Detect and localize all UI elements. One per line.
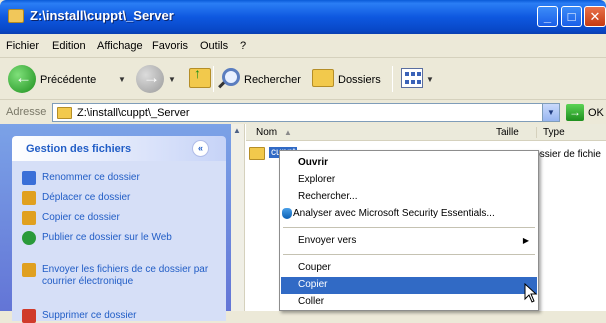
menu-item-label: Analyser avec Microsoft Security Essenti… xyxy=(293,208,495,219)
forward-button[interactable]: → xyxy=(136,65,164,93)
up-arrow-icon: ↑ xyxy=(194,65,201,81)
copy-icon xyxy=(22,211,36,225)
menu-item-open[interactable]: Ouvrir xyxy=(281,155,537,172)
menu-item-scan[interactable]: Analyser avec Microsoft Security Essenti… xyxy=(281,206,537,223)
task-group-header[interactable]: Gestion des fichiers « xyxy=(12,136,226,161)
menu-item-search[interactable]: Rechercher... xyxy=(281,189,537,206)
delete-icon xyxy=(22,309,36,323)
column-type[interactable]: Type xyxy=(536,127,565,138)
column-size[interactable]: Taille xyxy=(496,127,519,138)
forward-dropdown-icon[interactable]: ▼ xyxy=(168,75,176,84)
search-icon[interactable] xyxy=(222,68,240,86)
close-button[interactable]: ✕ xyxy=(584,6,606,27)
task-group-body: Renommer ce dossier Déplacer ce dossier … xyxy=(12,161,226,323)
title-bar[interactable]: Z:\install\cuppt\_Server _ □ ✕ xyxy=(0,0,606,34)
toolbar-separator xyxy=(392,66,393,92)
column-name[interactable]: Nom xyxy=(256,127,277,138)
folders-button[interactable]: Dossiers xyxy=(338,74,381,86)
menu-outils[interactable]: Outils xyxy=(200,40,228,52)
views-icon[interactable] xyxy=(401,68,423,88)
menu-item-cut[interactable]: Couper xyxy=(281,260,537,277)
task-label[interactable]: Renommer ce dossier xyxy=(42,172,217,184)
address-label: Adresse xyxy=(6,106,47,118)
menu-edition[interactable]: Edition xyxy=(52,40,86,52)
task-label[interactable]: Copier ce dossier xyxy=(42,212,217,224)
menu-item-explore[interactable]: Explorer xyxy=(281,172,537,189)
folder-icon xyxy=(57,107,72,119)
menu-item-label: Coller xyxy=(298,296,325,307)
search-button[interactable]: Rechercher xyxy=(244,74,301,86)
menu-separator xyxy=(283,227,535,228)
minimize-button[interactable]: _ xyxy=(537,6,558,27)
menu-item-label: Rechercher... xyxy=(298,191,358,202)
address-value[interactable]: Z:\install\cuppt\_Server xyxy=(77,107,190,119)
menu-separator xyxy=(283,254,535,255)
sort-ascending-icon: ▲ xyxy=(284,128,292,137)
address-field[interactable]: Z:\install\cuppt\_Server ▼ xyxy=(52,103,560,122)
toolbar-separator xyxy=(213,66,214,92)
column-header: Nom ▲ Taille Type xyxy=(246,124,606,141)
menu-item-label: Envoyer vers xyxy=(298,235,357,246)
menu-favoris[interactable]: Favoris xyxy=(152,40,188,52)
folder-icon xyxy=(8,9,24,23)
toolbar: ← Précédente ▼ → ▼ ↑ Rechercher Dossiers… xyxy=(0,58,606,100)
menu-affichage[interactable]: Affichage xyxy=(97,40,143,52)
go-button[interactable]: OK xyxy=(588,107,604,119)
back-label[interactable]: Précédente xyxy=(40,74,96,86)
menu-bar: Fichier Edition Affichage Favoris Outils… xyxy=(0,34,606,90)
task-label[interactable]: Supprimer ce dossier xyxy=(42,310,217,322)
back-arrow-icon: ← xyxy=(15,68,32,87)
menu-item-paste[interactable]: Coller xyxy=(281,294,537,311)
publish-web-icon xyxy=(22,231,36,245)
task-group-title: Gestion des fichiers xyxy=(26,143,132,155)
menu-item-label: Explorer xyxy=(298,174,336,185)
scroll-up-icon[interactable]: ▲ xyxy=(233,126,243,136)
submenu-arrow-icon: ▶ xyxy=(522,236,529,245)
views-dropdown-icon[interactable]: ▼ xyxy=(426,75,434,84)
menu-item-label: Ouvrir xyxy=(298,157,329,168)
move-icon xyxy=(22,191,36,205)
mouse-cursor-icon xyxy=(524,283,538,303)
up-folder-button[interactable]: ↑ xyxy=(189,65,211,88)
task-label[interactable]: Déplacer ce dossier xyxy=(42,192,217,204)
email-icon xyxy=(22,263,36,277)
task-label[interactable]: Publier ce dossier sur le Web xyxy=(42,232,217,244)
folder-icon[interactable] xyxy=(249,147,265,160)
collapse-icon[interactable]: « xyxy=(192,140,209,157)
security-essentials-icon xyxy=(282,208,292,219)
back-dropdown-icon[interactable]: ▼ xyxy=(118,75,126,84)
address-dropdown-icon[interactable]: ▼ xyxy=(542,104,559,121)
go-arrow-icon[interactable]: → xyxy=(566,104,584,121)
forward-arrow-icon: → xyxy=(143,68,160,87)
menu-item-label: Copier xyxy=(298,279,328,290)
menu-item-label: Couper xyxy=(298,262,331,273)
rename-icon xyxy=(22,171,36,185)
folders-icon[interactable] xyxy=(312,69,334,87)
scrollbar[interactable]: ▲ xyxy=(231,124,245,311)
address-bar: Adresse Z:\install\cuppt\_Server ▼ → OK xyxy=(0,100,606,124)
menu-item-send-to[interactable]: Envoyer vers ▶ xyxy=(281,233,537,250)
task-label[interactable]: Envoyer les fichiers de ce dossier par c… xyxy=(42,264,217,288)
window-title: Z:\install\cuppt\_Server xyxy=(30,8,174,23)
menu-item-copy[interactable]: Copier xyxy=(281,277,537,294)
menu-help[interactable]: ? xyxy=(240,40,246,52)
task-pane: Gestion des fichiers « Renommer ce dossi… xyxy=(0,124,231,323)
maximize-button[interactable]: □ xyxy=(561,6,582,27)
menu-fichier[interactable]: Fichier xyxy=(6,40,39,52)
context-menu: Ouvrir Explorer Rechercher... Analyser a… xyxy=(279,150,539,311)
back-button[interactable]: ← xyxy=(8,65,36,93)
task-group-file-management: Gestion des fichiers « Renommer ce dossi… xyxy=(12,136,226,323)
